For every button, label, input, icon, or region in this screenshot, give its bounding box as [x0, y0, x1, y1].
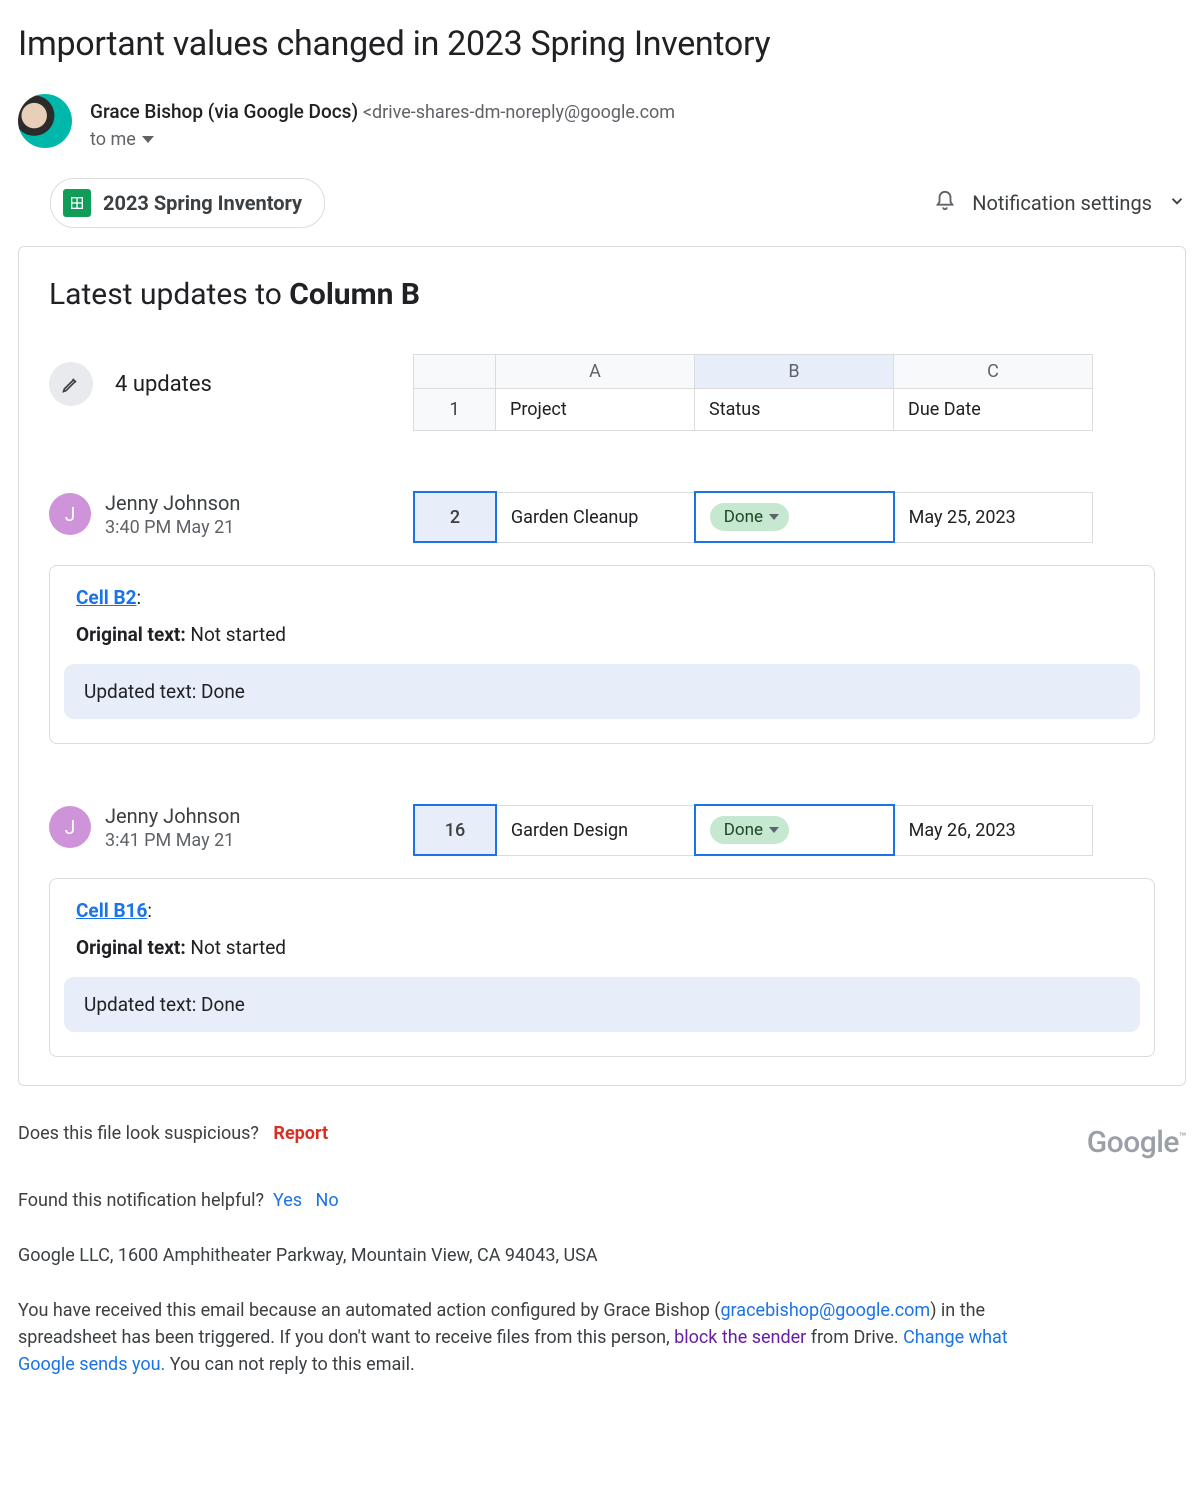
file-chip[interactable]: 2023 Spring Inventory	[50, 178, 325, 228]
helpful-yes-link[interactable]: Yes	[273, 1190, 302, 1211]
explanation-text: You have received this email because an …	[18, 1297, 1018, 1378]
email-footer: Does this file look suspicious? Report G…	[18, 1120, 1186, 1378]
suspicious-question: Does this file look suspicious?	[18, 1123, 259, 1144]
row-number: 16	[414, 805, 496, 855]
update-item: J Jenny Johnson 3:41 PM May 21 16 Garden…	[49, 804, 1155, 1057]
company-address: Google LLC, 1600 Amphitheater Parkway, M…	[18, 1242, 1186, 1269]
edit-time: 3:40 PM May 21	[105, 517, 399, 538]
col-header: C	[894, 355, 1093, 389]
cell-link[interactable]: Cell B2	[76, 586, 137, 609]
pencil-icon	[49, 362, 93, 406]
from-name: Grace Bishop (via Google Docs)	[90, 100, 358, 123]
card-title-prefix: Latest updates to	[49, 277, 289, 312]
edit-time: 3:41 PM May 21	[105, 830, 399, 851]
report-link[interactable]: Report	[273, 1123, 328, 1144]
card-title: Latest updates to Column B	[49, 277, 1155, 312]
status-pill: Done	[710, 503, 789, 531]
row-number: 1	[414, 389, 496, 431]
sheets-icon	[63, 189, 91, 217]
editor-avatar: J	[49, 806, 91, 848]
row-preview-table: 2 Garden Cleanup Done May 25, 2023	[413, 491, 1093, 543]
header-preview-table: A B C 1 Project Status Due Date	[413, 354, 1093, 431]
to-line[interactable]: to me	[90, 129, 675, 150]
status-pill: Done	[710, 816, 789, 844]
editor-name: Jenny Johnson	[105, 491, 399, 515]
col-header: B	[695, 355, 894, 389]
original-label: Original text:	[76, 623, 186, 646]
updated-value: Done	[196, 680, 245, 703]
row-number: 2	[414, 492, 496, 542]
helpful-question: Found this notification helpful?	[18, 1190, 264, 1211]
card-title-column: Column B	[289, 277, 420, 312]
cell: Status	[695, 389, 894, 431]
original-label: Original text:	[76, 936, 186, 959]
cell: Due Date	[894, 389, 1093, 431]
update-item: J Jenny Johnson 3:40 PM May 21 2 Garden …	[49, 491, 1155, 744]
email-header: Grace Bishop (via Google Docs) <drive-sh…	[18, 94, 1186, 150]
notification-settings-button[interactable]: Notification settings	[934, 190, 1186, 217]
cell: May 25, 2023	[894, 492, 1093, 542]
status-cell: Done	[695, 805, 894, 855]
email-subject: Important values changed in 2023 Spring …	[18, 24, 1186, 64]
original-value: Not started	[186, 623, 286, 646]
sender-avatar	[18, 94, 72, 148]
sender-email-link[interactable]: gracebishop@google.com	[720, 1300, 930, 1321]
cell: Garden Design	[496, 805, 695, 855]
change-detail: Cell B16: Original text: Not started Upd…	[49, 878, 1155, 1057]
original-value: Not started	[186, 936, 286, 959]
status-pill-label: Done	[724, 507, 763, 527]
col-header: A	[496, 355, 695, 389]
updated-label: Updated text:	[84, 680, 196, 703]
bell-icon	[934, 190, 956, 217]
chevron-down-icon	[142, 136, 154, 143]
editor-name: Jenny Johnson	[105, 804, 399, 828]
dropdown-triangle-icon	[769, 827, 779, 833]
updated-label: Updated text:	[84, 993, 196, 1016]
editor-avatar: J	[49, 493, 91, 535]
file-chip-label: 2023 Spring Inventory	[103, 191, 302, 215]
updates-card: Latest updates to Column B 4 updates A B…	[18, 246, 1186, 1086]
cell: May 26, 2023	[894, 805, 1093, 855]
status-pill-label: Done	[724, 820, 763, 840]
cell: Project	[496, 389, 695, 431]
cell-link[interactable]: Cell B16	[76, 899, 147, 922]
block-sender-link[interactable]: block the sender	[674, 1327, 806, 1348]
helpful-no-link[interactable]: No	[315, 1190, 338, 1211]
google-logo: Google™	[1087, 1120, 1186, 1165]
change-detail: Cell B2: Original text: Not started Upda…	[49, 565, 1155, 744]
notification-settings-label: Notification settings	[972, 191, 1152, 215]
chevron-down-icon	[1168, 191, 1186, 215]
updated-value: Done	[196, 993, 245, 1016]
from-email: <drive-shares-dm-noreply@google.com	[363, 102, 675, 123]
to-label: to me	[90, 129, 136, 150]
dropdown-triangle-icon	[769, 514, 779, 520]
cell: Garden Cleanup	[496, 492, 695, 542]
status-cell: Done	[695, 492, 894, 542]
row-preview-table: 16 Garden Design Done May 26, 2023	[413, 804, 1093, 856]
updates-count: 4 updates	[115, 372, 212, 397]
